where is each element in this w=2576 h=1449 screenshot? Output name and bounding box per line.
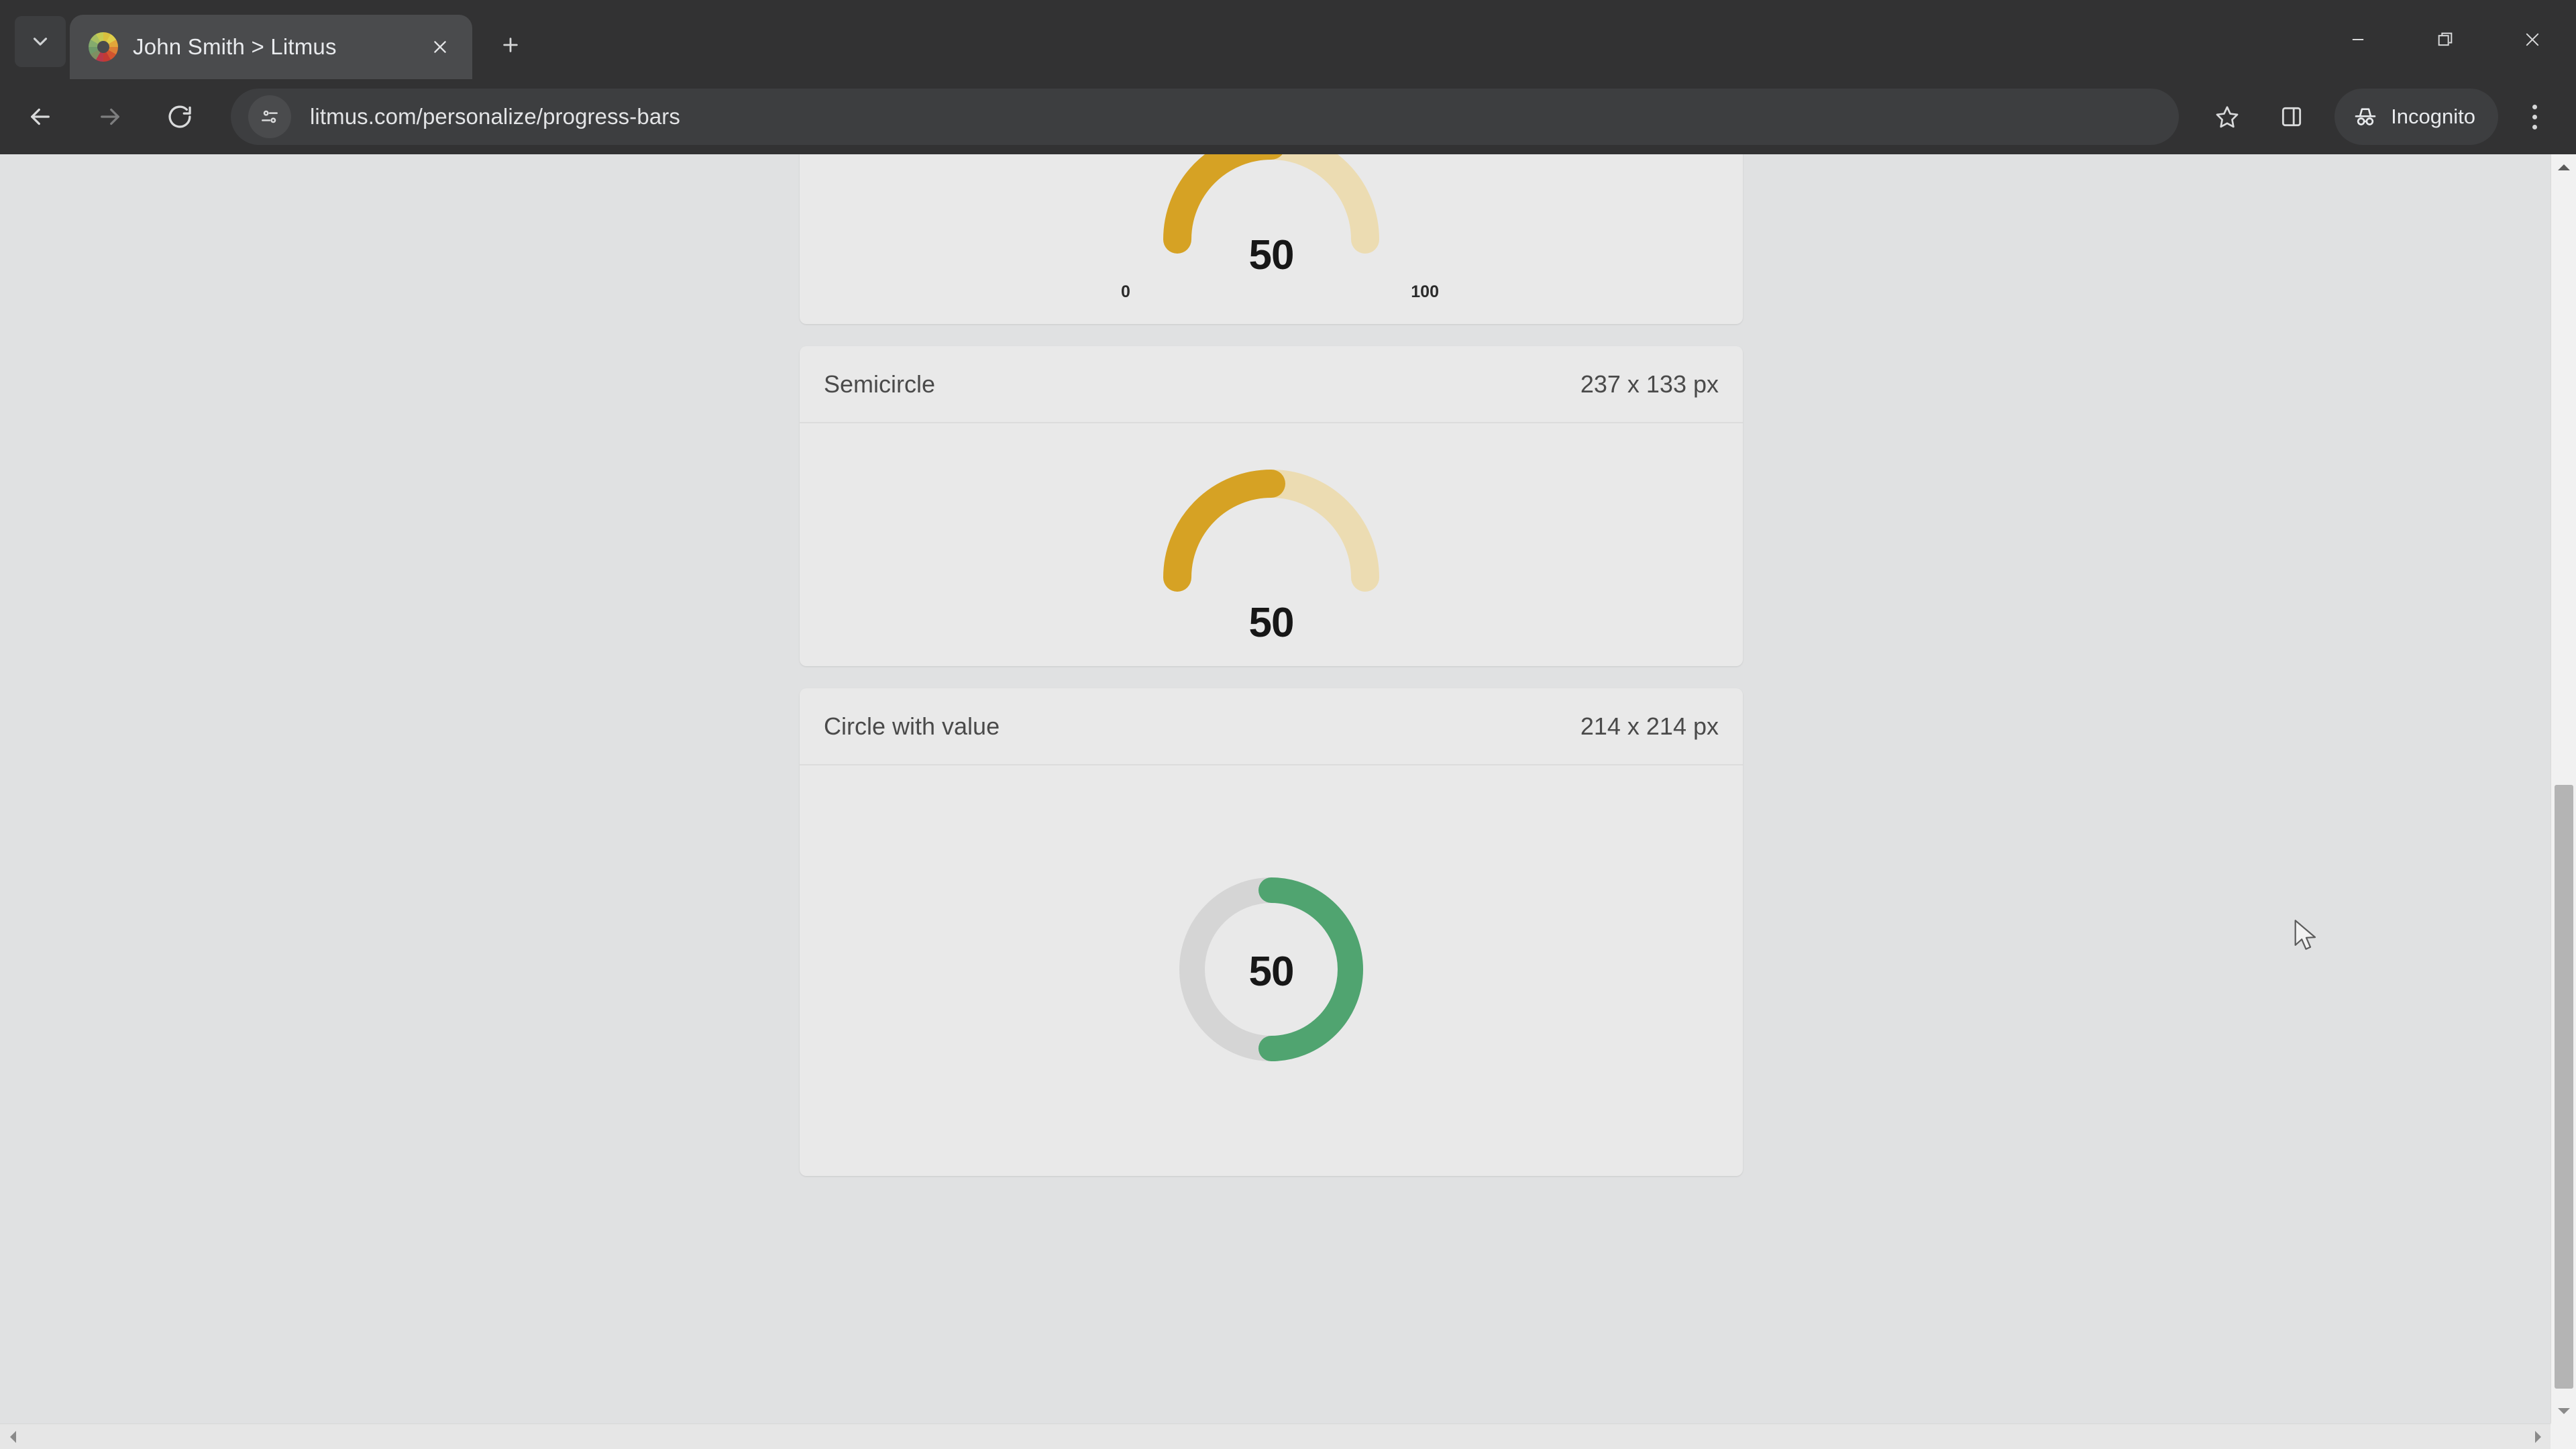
- card-gauge-with-min-max: 50 0 100: [800, 154, 1743, 324]
- card-dimensions: 214 x 214 px: [1580, 712, 1719, 740]
- arrow-right-icon: [101, 108, 119, 125]
- card-body: 50: [800, 423, 1743, 666]
- tab-search-button[interactable]: [15, 16, 66, 67]
- card-circle-with-value: Circle with value 214 x 214 px 50: [800, 688, 1743, 1176]
- browser-toolbar: litmus.com/personalize/progress-bars Inc…: [0, 79, 2576, 154]
- tab-strip: John Smith > Litmus: [0, 0, 2576, 79]
- circle-gauge: 50: [1077, 765, 1466, 1176]
- browser-window: John Smith > Litmus litmus.com/personali…: [0, 0, 2576, 1449]
- progress-bars-list: 50 0 100 Semicircle 237 x 133 px 50 Circ…: [800, 154, 1743, 1198]
- menu-dot: [2532, 114, 2537, 119]
- card-header: Circle with value 214 x 214 px: [800, 688, 1743, 765]
- reload-icon: [168, 105, 191, 128]
- menu-dot: [2532, 124, 2537, 129]
- vertical-scrollbar[interactable]: [2551, 154, 2576, 1424]
- triangle-down-icon: [2558, 1407, 2570, 1414]
- side-panel-icon: [2282, 107, 2302, 127]
- close-icon: [2526, 33, 2539, 46]
- browser-tab-active[interactable]: John Smith > Litmus: [70, 15, 472, 79]
- maximize-restore-button[interactable]: [2402, 0, 2489, 79]
- new-tab-button[interactable]: [487, 21, 534, 68]
- scroll-down-button[interactable]: [2551, 1398, 2576, 1424]
- window-controls: [2314, 0, 2576, 79]
- gauge-value-label: 50: [1248, 232, 1295, 278]
- scroll-right-button[interactable]: [2525, 1424, 2551, 1449]
- incognito-label: Incognito: [2391, 105, 2475, 128]
- gauge-with-min-max: 50 0 100: [1050, 154, 1493, 324]
- gauge-fill-arc: [1163, 154, 1283, 254]
- gauge-track-arc: [1257, 470, 1379, 592]
- scroll-up-button[interactable]: [2551, 154, 2576, 180]
- side-panel-button[interactable]: [2263, 89, 2320, 145]
- triangle-right-icon: [2534, 1431, 2541, 1443]
- site-info-button[interactable]: [248, 95, 291, 138]
- gauge-max-label: 100: [1411, 282, 1439, 301]
- card-body: 50 0 100: [800, 154, 1743, 324]
- arrow-left-icon: [31, 108, 50, 125]
- close-icon: [434, 41, 446, 53]
- url-text[interactable]: litmus.com/personalize/progress-bars: [310, 104, 2171, 129]
- tab-title: John Smith > Litmus: [133, 34, 337, 59]
- close-window-button[interactable]: [2489, 0, 2576, 79]
- gauge-min-label: 0: [1121, 282, 1130, 301]
- card-body: 50: [800, 765, 1743, 1176]
- card-semicircle: Semicircle 237 x 133 px 50: [800, 346, 1743, 666]
- tab-close-button[interactable]: [423, 30, 458, 64]
- back-button[interactable]: [12, 89, 68, 145]
- gauge-track-arc: [1260, 154, 1379, 254]
- address-bar[interactable]: litmus.com/personalize/progress-bars: [231, 89, 2180, 145]
- triangle-up-icon: [2558, 164, 2570, 170]
- circle-value-label: 50: [1248, 949, 1295, 995]
- gauge-fill-arc: [1163, 470, 1285, 592]
- color-wheel-icon: [89, 32, 118, 62]
- reload-button[interactable]: [152, 89, 208, 145]
- menu-dot: [2532, 104, 2537, 109]
- card-dimensions: 237 x 133 px: [1580, 370, 1719, 398]
- forward-button[interactable]: [82, 89, 138, 145]
- gauge-value-label: 50: [1248, 600, 1295, 646]
- semicircle-gauge: 50: [1050, 423, 1493, 666]
- chrome-menu-button[interactable]: [2509, 89, 2560, 145]
- card-title: Circle with value: [824, 712, 1000, 740]
- star-icon: [2216, 106, 2239, 128]
- restore-icon: [2438, 32, 2453, 46]
- incognito-icon: [2355, 108, 2376, 125]
- browser-viewport: 50 0 100 Semicircle 237 x 133 px 50 Circ…: [0, 154, 2576, 1449]
- bookmark-button[interactable]: [2199, 89, 2255, 145]
- minimize-icon: [2352, 39, 2364, 40]
- card-header: Semicircle 237 x 133 px: [800, 346, 1743, 423]
- card-title: Semicircle: [824, 370, 936, 398]
- vertical-scrollbar-thumb[interactable]: [2555, 785, 2573, 1389]
- chevron-down-icon: [33, 38, 48, 46]
- horizontal-scrollbar[interactable]: [0, 1424, 2576, 1449]
- plus-icon: [503, 38, 518, 52]
- triangle-left-icon: [9, 1431, 16, 1443]
- minimize-button[interactable]: [2314, 0, 2402, 79]
- scrollbar-corner: [2551, 1424, 2576, 1449]
- scroll-left-button[interactable]: [0, 1424, 25, 1449]
- tune-icon: [262, 110, 278, 123]
- incognito-indicator[interactable]: Incognito: [2334, 89, 2498, 145]
- web-page: 50 0 100 Semicircle 237 x 133 px 50 Circ…: [0, 154, 2551, 1424]
